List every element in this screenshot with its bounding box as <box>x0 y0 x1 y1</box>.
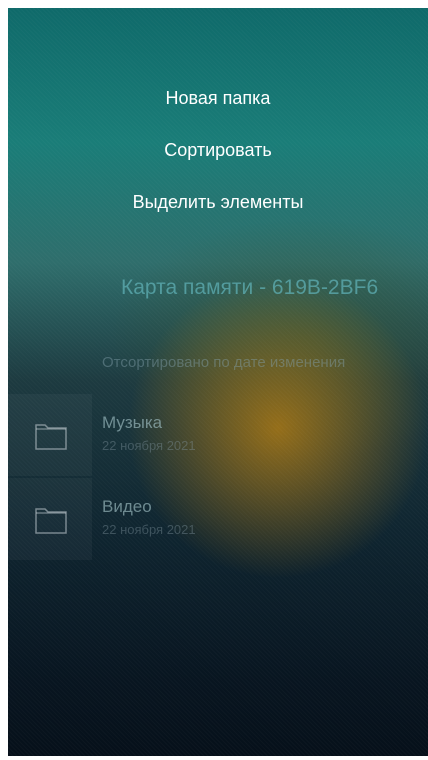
storage-title: Карта памяти - 619B-2BF6 <box>121 276 379 299</box>
folder-date: 22 ноября 2021 <box>102 438 196 453</box>
screen: Новая папка Сортировать Выделить элемент… <box>8 8 428 756</box>
folder-name: Видео <box>102 497 152 516</box>
folder-icon <box>35 508 67 534</box>
menu-item-sort[interactable]: Сортировать <box>8 140 428 161</box>
menu-item-new-folder[interactable]: Новая папка <box>8 88 428 109</box>
menu-item-select-items[interactable]: Выделить элементы <box>8 192 428 213</box>
list-item-music[interactable]: Музыка 22 ноября 2021 <box>8 394 428 476</box>
folder-icon <box>35 424 67 450</box>
sort-status: Отсортировано по дате изменения <box>102 354 346 371</box>
blur-overlay <box>8 8 428 756</box>
folder-icon-container <box>8 478 92 560</box>
list-item-video[interactable]: Видео 22 ноября 2021 <box>8 478 428 560</box>
folder-icon-container <box>8 394 92 476</box>
folder-name: Музыка <box>102 413 163 432</box>
folder-date: 22 ноября 2021 <box>102 522 196 537</box>
